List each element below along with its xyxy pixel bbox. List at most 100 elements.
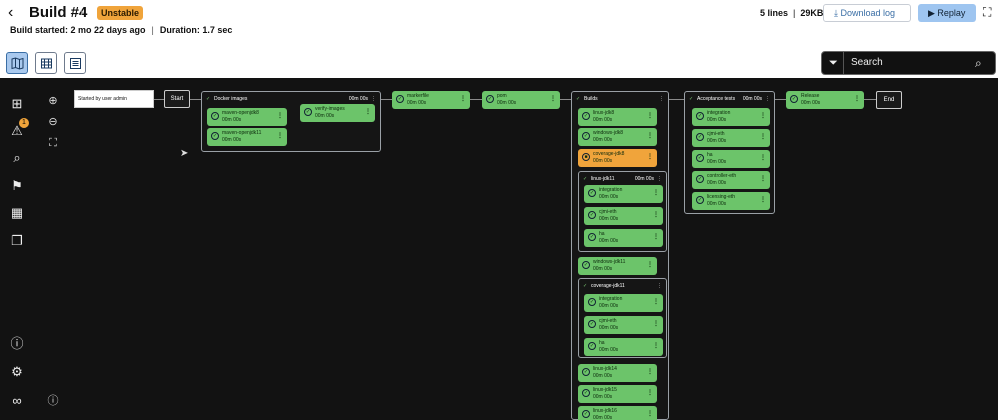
stage-group-linux-jdk11[interactable]: ✓ linux-jdk11 00m 00s ⋮ ✓ integration 00m 00s…: [578, 171, 667, 252]
stage-ha[interactable]: ✓ ha 00m 00s ⋮: [584, 229, 663, 247]
check-icon: ✓: [588, 189, 596, 197]
stage-release[interactable]: ✓ Release 00m 00s ⋮: [786, 91, 864, 109]
stage-markerfile[interactable]: ✓ markerfile 00m 00s ⋮: [392, 91, 470, 109]
chevron-right-icon: ›: [80, 5, 84, 19]
copy-icon[interactable]: ❐: [9, 233, 25, 249]
start-node[interactable]: Start: [164, 90, 190, 108]
list-view-button[interactable]: [64, 52, 86, 74]
more-icon[interactable]: ⋮: [657, 174, 662, 184]
build-started: Build started: 2 mo 22 days ago: [10, 25, 146, 35]
stage-cjmi-eth[interactable]: ✓ cjmi-eth 00m 00s ⋮: [584, 207, 663, 225]
stage-maven-openjdk8[interactable]: ✓ maven-openjdk8 00m 00s ⋮: [207, 108, 287, 126]
stage-linux-jdk15[interactable]: ✓ linux-jdk15 00m 00s ⋮: [578, 385, 657, 403]
connector: [775, 99, 786, 100]
more-icon[interactable]: ⋮: [277, 112, 283, 119]
more-icon[interactable]: ⋮: [653, 233, 659, 240]
stage-verify-images[interactable]: ✓ verify-images 00m 00s ⋮: [300, 104, 375, 122]
stage-cjmi-eth[interactable]: ✓ cjmi-eth 00m 00s ⋮: [692, 129, 770, 147]
link-icon[interactable]: ∞: [9, 393, 25, 409]
stage-controller-eth[interactable]: ✓ controller-eth 00m 00s ⋮: [692, 171, 770, 189]
search-box[interactable]: ⏷ Search ⌕: [821, 51, 996, 75]
stage-windows-jdk8[interactable]: ✓ windows-jdk8 00m 00s ⋮: [578, 128, 657, 146]
zoom-in-icon[interactable]: ⊕: [46, 94, 60, 108]
more-icon[interactable]: ⋮: [653, 211, 659, 218]
stage-cjmi-eth[interactable]: ✓ cjmi-eth 00m 00s ⋮: [584, 316, 663, 334]
connector: [154, 99, 164, 100]
settings-icon[interactable]: ⚙: [9, 364, 25, 380]
fit-screen-icon[interactable]: ⛶: [46, 136, 60, 150]
fullscreen-icon[interactable]: ⛶: [983, 5, 991, 20]
more-icon[interactable]: ⋮: [371, 94, 376, 104]
start-trigger[interactable]: Started by user admin: [74, 90, 154, 108]
more-icon[interactable]: ⋮: [854, 95, 860, 102]
more-icon[interactable]: ⋮: [647, 132, 653, 139]
more-icon[interactable]: ⋮: [765, 94, 770, 104]
more-icon[interactable]: ⋮: [460, 95, 466, 102]
filter-icon[interactable]: ⏷: [829, 57, 838, 70]
replay-button[interactable]: ▶ Replay: [918, 4, 976, 22]
stage-licensing-eth[interactable]: ✓ licensing-eth 00m 00s ⋮: [692, 192, 770, 210]
check-icon: ✓: [396, 95, 404, 103]
stage-integration[interactable]: ✓ integration 00m 00s ⋮: [692, 108, 770, 126]
stage-group-builds[interactable]: ✓ Builds ⋮ ✓ linux-jdk8 00m 00s ⋮ ✓ windows-jd…: [571, 91, 669, 420]
stage-windows-jdk11[interactable]: ✓ windows-jdk11 00m 00s ⋮: [578, 257, 657, 275]
more-icon[interactable]: ⋮: [647, 389, 653, 396]
grid-view-button[interactable]: [35, 52, 57, 74]
more-icon[interactable]: ⋮: [760, 175, 766, 182]
more-icon[interactable]: ⋮: [653, 298, 659, 305]
pipeline-canvas[interactable]: [35, 78, 998, 420]
search-icon[interactable]: ⌕: [975, 56, 982, 71]
stage-group-docker[interactable]: ✓ Docker images 00m 00s ⋮ ✓ maven-openjdk8 00…: [201, 91, 381, 152]
stage-ha[interactable]: ✓ ha 00m 00s ⋮: [692, 150, 770, 168]
end-node[interactable]: End: [876, 91, 902, 109]
more-icon[interactable]: ⋮: [647, 261, 653, 268]
more-icon[interactable]: ⋮: [550, 95, 556, 102]
more-icon[interactable]: ⋮: [647, 368, 653, 375]
more-icon[interactable]: ⋮: [760, 154, 766, 161]
sidebar: ⊞ ⚠ ⌕ ⚑ ▦ ❐ ⓘ ⚙ ∞: [0, 78, 35, 420]
more-icon[interactable]: ⋮: [657, 281, 662, 291]
status-badge: Unstable: [97, 6, 144, 20]
play-icon: ▶: [928, 8, 938, 18]
more-icon[interactable]: ⋮: [277, 132, 283, 139]
zoom-out-icon[interactable]: ⊖: [46, 115, 60, 129]
map-icon: [11, 57, 23, 70]
stage-maven-openjdk11[interactable]: ✓ maven-openjdk11 00m 00s ⋮: [207, 128, 287, 146]
stage-group-coverage-jdk11[interactable]: ✓ coverage-jdk11 ⋮ ✓ integration 00m 00s ⋮ ✓ c…: [578, 278, 667, 358]
check-icon: ✓: [583, 176, 588, 182]
stage-pom[interactable]: ✓ pom 00m 00s ⋮: [482, 91, 560, 109]
more-icon[interactable]: ⋮: [760, 133, 766, 140]
back-button[interactable]: ‹: [8, 4, 24, 22]
stage-coverage-jdk8[interactable]: ■ coverage-jdk8 00m 00s ⋮: [578, 149, 657, 167]
mouse-cursor: ➤: [180, 148, 189, 159]
more-icon[interactable]: ⋮: [647, 410, 653, 417]
more-icon[interactable]: ⋮: [760, 196, 766, 203]
connector: [560, 99, 571, 100]
checker-icon[interactable]: ▦: [9, 205, 25, 221]
more-icon[interactable]: ⋮: [653, 320, 659, 327]
stage-ha[interactable]: ✓ ha 00m 00s ⋮: [584, 338, 663, 356]
stage-integration[interactable]: ✓ integration 00m 00s ⋮: [584, 294, 663, 312]
check-icon: ✓: [583, 283, 588, 289]
search-zoom-icon[interactable]: ⌕: [9, 150, 25, 166]
more-icon[interactable]: ⋮: [647, 153, 653, 160]
check-icon: ✓: [588, 320, 596, 328]
stage-linux-jdk14[interactable]: ✓ linux-jdk14 00m 00s ⋮: [578, 364, 657, 382]
stage-linux-jdk16[interactable]: ✓ linux-jdk16 00m 00s ⋮: [578, 406, 657, 420]
more-icon[interactable]: ⋮: [653, 342, 659, 349]
info-icon-bottom[interactable]: ⓘ: [46, 394, 60, 408]
stage-group-acceptance[interactable]: ✓ Acceptance tests 00m 00s ⋮ ✓ integration 00…: [684, 91, 775, 214]
more-icon[interactable]: ⋮: [365, 108, 371, 115]
more-icon[interactable]: ⋮: [653, 189, 659, 196]
stage-integration[interactable]: ✓ integration 00m 00s ⋮: [584, 185, 663, 203]
hierarchy-icon[interactable]: ⊞: [9, 96, 25, 112]
more-icon[interactable]: ⋮: [760, 112, 766, 119]
info-icon[interactable]: ⓘ: [9, 336, 25, 352]
build-title: Build #4: [29, 4, 88, 21]
map-view-button[interactable]: [6, 52, 28, 74]
stage-linux-jdk8[interactable]: ✓ linux-jdk8 00m 00s ⋮: [578, 108, 657, 126]
download-log-button[interactable]: ⤓ Download log: [823, 4, 911, 22]
more-icon[interactable]: ⋮: [647, 112, 653, 119]
flag-icon[interactable]: ⚑: [9, 178, 25, 194]
more-icon[interactable]: ⋮: [659, 94, 664, 104]
